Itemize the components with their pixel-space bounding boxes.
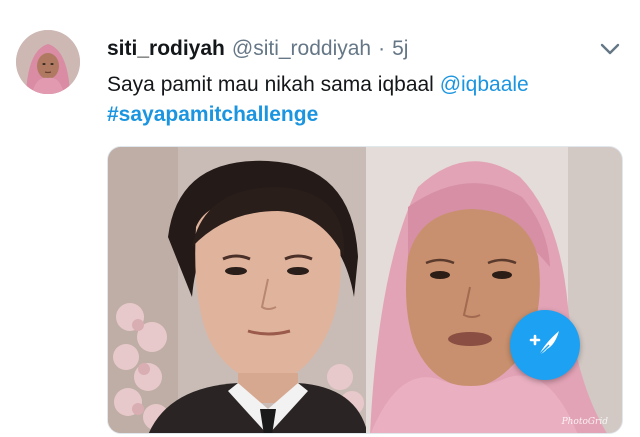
chevron-down-icon[interactable] — [597, 38, 623, 60]
compose-feather-icon — [525, 323, 565, 368]
hashtag-link[interactable]: #sayapamitchallenge — [107, 103, 318, 126]
tweet[interactable]: siti_rodiyah @siti_roddiyah · 5j Saya pa… — [0, 0, 640, 437]
tweet-media-photo[interactable]: PhotoGrid — [107, 146, 623, 434]
compose-tweet-button[interactable] — [510, 310, 580, 380]
user-handle[interactable]: @siti_roddiyah — [232, 36, 371, 62]
avatar[interactable] — [16, 30, 80, 94]
tweet-timestamp[interactable]: 5j — [392, 36, 408, 62]
photo-watermark: PhotoGrid — [561, 417, 608, 427]
photo-collage — [108, 147, 622, 433]
mention-link[interactable]: @iqbaale — [440, 73, 529, 96]
display-name[interactable]: siti_rodiyah — [107, 36, 225, 62]
tweet-text: Saya pamit mau nikah sama iqbaal @iqbaal… — [107, 70, 627, 130]
tweet-text-body: Saya pamit mau nikah sama iqbaal — [107, 73, 440, 96]
separator-dot: · — [378, 37, 386, 60]
tweet-header: siti_rodiyah @siti_roddiyah · 5j — [107, 36, 408, 62]
